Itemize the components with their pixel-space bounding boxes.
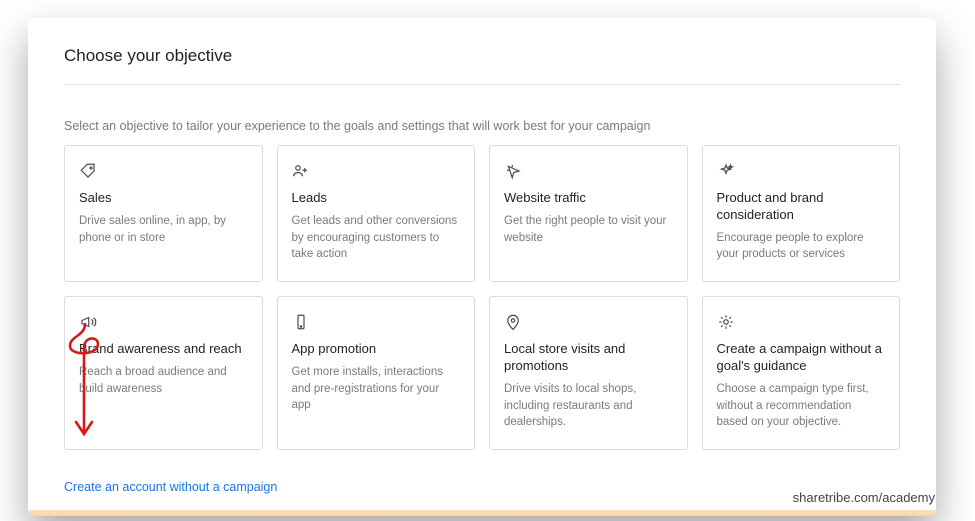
card-desc: Encourage people to explore your product… [717, 230, 886, 263]
card-desc: Drive sales online, in app, by phone or … [79, 213, 248, 246]
card-brand-awareness[interactable]: Brand awareness and reach Reach a broad … [64, 296, 263, 450]
create-account-link[interactable]: Create an account without a campaign [64, 480, 277, 494]
card-no-goal[interactable]: Create a campaign without a goal's guida… [702, 296, 901, 450]
tag-icon [79, 160, 248, 182]
card-brand-consideration[interactable]: Product and brand consideration Encourag… [702, 145, 901, 282]
card-title: Create a campaign without a goal's guida… [717, 341, 886, 375]
cursor-icon [504, 160, 673, 182]
card-title: Product and brand consideration [717, 190, 886, 224]
card-title: Local store visits and promotions [504, 341, 673, 375]
divider [64, 84, 900, 85]
leads-icon [292, 160, 461, 182]
card-leads[interactable]: Leads Get leads and other conversions by… [277, 145, 476, 282]
watermark-text: sharetribe.com/academy [793, 490, 935, 505]
card-title: Brand awareness and reach [79, 341, 248, 358]
card-title: Leads [292, 190, 461, 207]
card-sales[interactable]: Sales Drive sales online, in app, by pho… [64, 145, 263, 282]
card-desc: Drive visits to local shops, including r… [504, 381, 673, 431]
card-title: Sales [79, 190, 248, 207]
card-local-store[interactable]: Local store visits and promotions Drive … [489, 296, 688, 450]
bottom-accent-bar [28, 510, 936, 516]
card-title: Website traffic [504, 190, 673, 207]
page-title: Choose your objective [64, 46, 900, 66]
card-desc: Get more installs, interactions and pre-… [292, 364, 461, 414]
card-website-traffic[interactable]: Website traffic Get the right people to … [489, 145, 688, 282]
gear-icon [717, 311, 886, 333]
phone-icon [292, 311, 461, 333]
card-app-promotion[interactable]: App promotion Get more installs, interac… [277, 296, 476, 450]
card-title: App promotion [292, 341, 461, 358]
megaphone-icon [79, 311, 248, 333]
card-desc: Get leads and other conversions by encou… [292, 213, 461, 263]
page-subtitle: Select an objective to tailor your exper… [28, 103, 936, 145]
objective-grid: Sales Drive sales online, in app, by pho… [28, 145, 936, 450]
objective-panel: Choose your objective Select an objectiv… [28, 18, 936, 516]
pin-icon [504, 311, 673, 333]
card-desc: Reach a broad audience and build awarene… [79, 364, 248, 397]
card-desc: Get the right people to visit your websi… [504, 213, 673, 246]
card-desc: Choose a campaign type first, without a … [717, 381, 886, 431]
sparkle-icon [717, 160, 886, 182]
